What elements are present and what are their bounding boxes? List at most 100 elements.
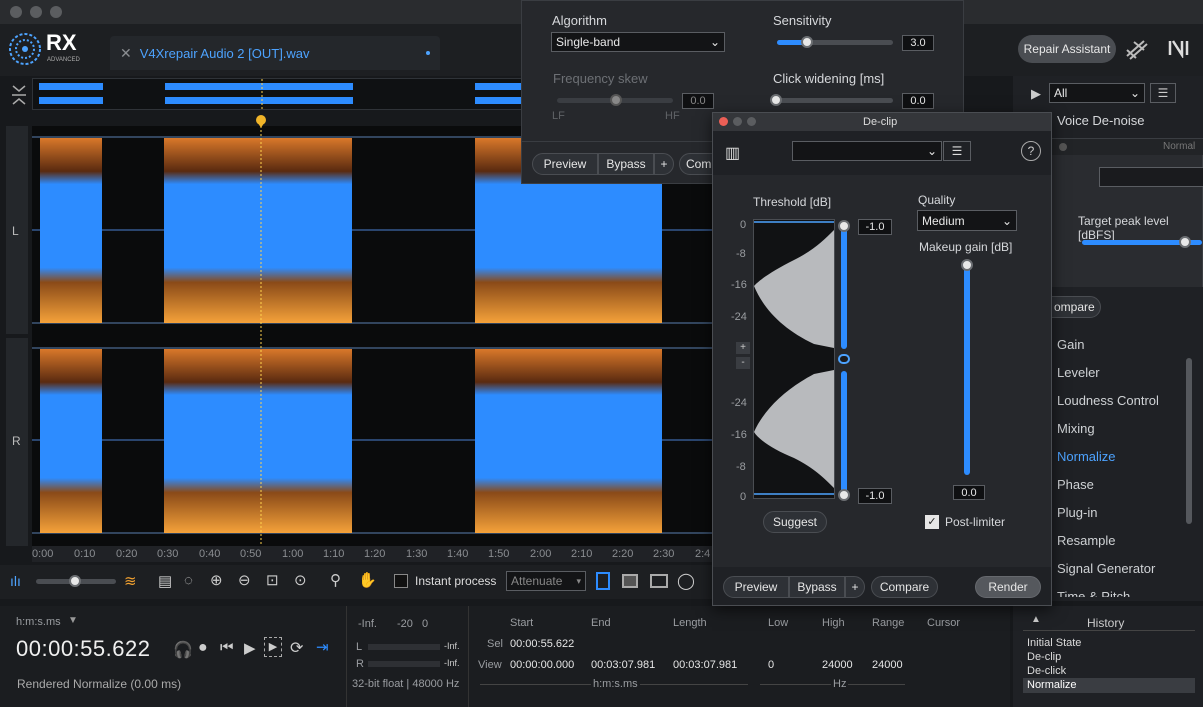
upper-threshold-value[interactable]: -1.0 — [858, 219, 892, 235]
history-item-normalize[interactable]: Normalize — [1023, 678, 1195, 693]
declick-bypass-button[interactable]: Bypass — [598, 153, 654, 175]
low-value[interactable]: 0 — [768, 659, 774, 671]
click-widening-value[interactable]: 0.0 — [902, 93, 934, 109]
instant-process-checkbox[interactable] — [394, 574, 408, 588]
close-dot-icon[interactable] — [1059, 143, 1067, 151]
declip-titlebar[interactable]: De-clip — [713, 113, 1051, 131]
render-button[interactable]: Render — [975, 576, 1041, 598]
time-ruler[interactable]: 0:00 0:10 0:20 0:30 0:40 0:50 1:00 1:10 … — [32, 546, 712, 562]
collapse-history-icon[interactable]: ▲ — [1031, 614, 1041, 625]
makeup-gain-slider[interactable] — [964, 265, 970, 475]
loop-icon[interactable]: ⟳ — [290, 638, 303, 658]
skip-back-icon[interactable]: ⏮ — [220, 639, 234, 656]
frequency-skew-knob[interactable] — [610, 94, 622, 106]
normalize-compare-button[interactable]: ompare — [1045, 296, 1101, 318]
sensitivity-value[interactable]: 3.0 — [902, 35, 934, 51]
zoom-in-scale-button[interactable]: + — [736, 342, 750, 354]
time-select-tool-icon[interactable] — [596, 572, 610, 590]
post-limiter-checkbox[interactable]: ✓ — [925, 515, 939, 529]
right-channel-strip[interactable]: R — [6, 338, 28, 546]
box-select-tool-icon[interactable] — [622, 574, 638, 588]
high-value[interactable]: 24000 — [822, 659, 853, 671]
zoom-fit-icon[interactable]: ⊙ — [294, 571, 307, 589]
close-tab-icon[interactable]: ✕ — [120, 45, 132, 62]
spectrogram-view-icon[interactable]: ≋ — [124, 572, 137, 590]
waveform-view-icon[interactable]: ılı — [10, 573, 21, 589]
display-blend-knob[interactable] — [69, 575, 81, 587]
zoom-selection-icon[interactable]: ⊡ — [266, 571, 279, 589]
view-end-value[interactable]: 00:03:07.981 — [591, 659, 655, 671]
declick-preview-button[interactable]: Preview — [532, 153, 598, 175]
zoom-tool-icon[interactable]: ⚲ — [330, 571, 341, 589]
link-thresholds-icon[interactable] — [838, 354, 850, 364]
lower-threshold-value[interactable]: -1.0 — [858, 488, 892, 504]
chevron-down-icon[interactable]: ▼ — [68, 615, 78, 626]
minimize-window-button[interactable] — [30, 6, 42, 18]
record-icon[interactable]: ● — [198, 639, 208, 657]
quality-dropdown[interactable]: Medium ⌄ — [917, 210, 1017, 231]
lasso-tool-icon[interactable]: ◯ — [677, 571, 695, 591]
view-start-value[interactable]: 00:00:00.000 — [510, 659, 574, 671]
makeup-gain-knob[interactable] — [961, 259, 973, 271]
file-tab[interactable]: ✕ V4Xrepair Audio 2 [OUT].wav — [110, 36, 440, 70]
voice-denoise-module[interactable]: Voice De-noise — [1057, 113, 1144, 128]
upper-threshold-slider[interactable] — [841, 225, 847, 349]
target-peak-knob[interactable] — [1179, 236, 1191, 248]
neutron-link-icon[interactable] — [1124, 36, 1152, 62]
view-length-value[interactable]: 00:03:07.981 — [673, 659, 737, 671]
suggest-button[interactable]: Suggest — [763, 511, 827, 533]
preset-menu-icon[interactable]: ☰ — [943, 141, 971, 161]
instant-process-mode-dropdown[interactable]: Attenuate ▾ — [506, 571, 586, 591]
play-selection-icon[interactable]: ▶ — [264, 637, 282, 657]
declip-add-button[interactable]: + — [845, 576, 865, 598]
history-item-declick[interactable]: De-click — [1027, 665, 1066, 677]
zoom-out-icon[interactable]: ⊖ — [238, 571, 251, 589]
frequency-select-tool-icon[interactable] — [650, 574, 668, 588]
sensitivity-knob[interactable] — [801, 36, 813, 48]
lower-threshold-knob[interactable] — [838, 489, 850, 501]
play-icon[interactable]: ▶ — [1031, 86, 1041, 102]
playhead-marker-icon[interactable] — [255, 115, 267, 129]
waveform-overview[interactable] — [32, 78, 522, 110]
zoom-in-icon[interactable]: ⊕ — [210, 571, 223, 589]
scroll-follow-icon[interactable]: ⇥ — [316, 638, 329, 656]
history-item-initial[interactable]: Initial State — [1027, 637, 1081, 649]
algorithm-dropdown[interactable]: Single-band ⌄ — [551, 32, 725, 52]
time-format-label[interactable]: h:m:s.ms — [16, 616, 61, 628]
left-channel-strip[interactable]: L — [6, 126, 28, 334]
zoom-out-scale-button[interactable]: - — [736, 357, 750, 369]
close-window-button[interactable] — [10, 6, 22, 18]
click-widening-knob[interactable] — [770, 94, 782, 106]
zoom-window-button[interactable] — [50, 6, 62, 18]
range-value[interactable]: 24000 — [872, 659, 903, 671]
hand-tool-icon[interactable]: ✋ — [358, 571, 377, 589]
close-icon[interactable] — [719, 117, 728, 126]
minimize-icon[interactable] — [733, 117, 742, 126]
frequency-skew-value[interactable]: 0.0 — [682, 93, 714, 109]
declick-add-button[interactable]: + — [654, 153, 674, 175]
zoom-icon[interactable] — [747, 117, 756, 126]
markers-icon[interactable]: ◌ — [184, 572, 193, 589]
declip-preview-button[interactable]: Preview — [723, 576, 789, 598]
play-button-icon[interactable]: ▶ — [244, 639, 256, 657]
declip-preset-dropdown[interactable]: ⌄ — [792, 141, 942, 161]
makeup-gain-value[interactable]: 0.0 — [953, 485, 985, 500]
history-item-declip[interactable]: De-clip — [1027, 651, 1061, 663]
module-list-scrollbar[interactable] — [1186, 358, 1192, 524]
file-info-icon[interactable]: ▤ — [158, 572, 172, 590]
declip-bypass-button[interactable]: Bypass — [789, 576, 845, 598]
waveform-display[interactable] — [32, 126, 712, 546]
module-filter-dropdown[interactable]: All ⌄ — [1049, 83, 1145, 103]
declip-compare-button[interactable]: Compare — [871, 576, 938, 598]
module-menu-icon[interactable]: ☰ — [1150, 83, 1176, 103]
meter-toggle-icon[interactable]: ▥ — [725, 143, 740, 163]
repair-assistant-button[interactable]: Repair Assistant — [1018, 35, 1116, 63]
preset-field[interactable] — [1099, 167, 1203, 187]
click-widening-slider[interactable] — [777, 98, 893, 103]
headphones-icon[interactable]: 🎧 — [173, 640, 193, 660]
help-icon[interactable]: ? — [1021, 141, 1041, 161]
upper-threshold-knob[interactable] — [838, 220, 850, 232]
collapse-overview-icon[interactable] — [10, 84, 28, 106]
lower-threshold-slider[interactable] — [841, 371, 847, 495]
sel-start-value[interactable]: 00:00:55.622 — [510, 638, 574, 650]
